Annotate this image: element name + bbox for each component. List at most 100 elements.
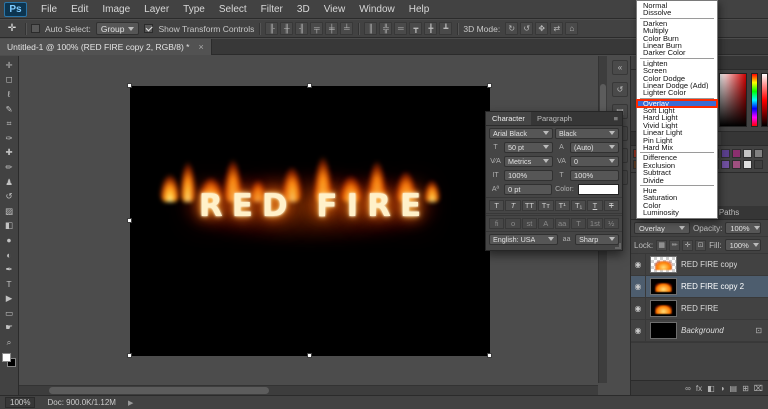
distribute-icon[interactable]: ═ <box>394 22 408 35</box>
blend-option[interactable]: Color Dodge <box>637 75 717 82</box>
color-ramp[interactable] <box>761 73 768 127</box>
blend-option[interactable]: Soft Light <box>637 107 717 114</box>
pen-tool-icon[interactable]: ✒ <box>1 262 18 277</box>
menu-image[interactable]: Image <box>95 4 137 15</box>
language-select[interactable]: English: USA <box>489 233 559 245</box>
text-style-button[interactable]: T¹ <box>554 200 570 211</box>
swatch[interactable] <box>721 160 730 169</box>
transform-handle[interactable] <box>127 83 132 88</box>
link-layers-icon[interactable]: ∞ <box>685 384 691 393</box>
blend-option[interactable]: Difference <box>637 154 717 161</box>
distribute-icon[interactable]: ╬ <box>379 22 393 35</box>
layer-mask-icon[interactable]: ◧ <box>707 384 715 393</box>
kerning-select[interactable]: Metrics <box>504 155 553 167</box>
canvas[interactable]: RED FIRE <box>127 83 492 358</box>
align-icon[interactable]: ╢ <box>295 22 309 35</box>
3d-mode-icon[interactable]: ↻ <box>505 22 519 35</box>
distribute-icon[interactable]: ║ <box>364 22 378 35</box>
font-family-select[interactable]: Arial Black <box>489 127 553 139</box>
transform-handle[interactable] <box>487 353 492 358</box>
blend-option[interactable]: Vivid Light <box>637 122 717 129</box>
layer-effects-icon[interactable]: fx <box>696 384 702 393</box>
align-icon[interactable]: ╫ <box>280 22 294 35</box>
layer-thumbnail[interactable] <box>650 300 677 317</box>
opentype-button[interactable]: T <box>570 218 587 229</box>
opentype-button[interactable]: ½ <box>603 218 619 229</box>
layer-row[interactable]: ◉ RED FIRE copy <box>631 254 768 276</box>
tab-character[interactable]: Character <box>486 112 531 125</box>
dodge-tool-icon[interactable]: ◐ <box>1 248 18 263</box>
blend-option[interactable]: Color <box>637 202 717 209</box>
blend-mode-select[interactable]: Overlay <box>634 222 690 234</box>
3d-mode-icon[interactable]: ⌂ <box>565 22 579 35</box>
blend-option[interactable]: Multiply <box>637 27 717 34</box>
opentype-button[interactable]: A <box>538 218 554 229</box>
leading-select[interactable]: (Auto) <box>570 141 619 153</box>
delete-layer-icon[interactable]: ⌧ <box>754 384 763 393</box>
menu-select[interactable]: Select <box>212 4 254 15</box>
adjustment-layer-icon[interactable]: ◑ <box>720 384 725 393</box>
close-tab-icon[interactable]: × <box>198 42 203 52</box>
document-tab[interactable]: Untitled-1 @ 100% (RED FIRE copy 2, RGB/… <box>0 39 212 55</box>
menu-3d[interactable]: 3D <box>290 4 317 15</box>
brush-tool-icon[interactable]: ✏ <box>1 160 18 175</box>
text-style-button[interactable]: T <box>587 200 603 211</box>
move-tool-icon[interactable]: ✛ <box>1 58 18 73</box>
blend-option[interactable]: Darken <box>637 20 717 27</box>
menu-window[interactable]: Window <box>352 4 402 15</box>
blend-option[interactable]: Screen <box>637 67 717 74</box>
hue-slider[interactable] <box>751 73 758 127</box>
swatch[interactable] <box>721 149 730 158</box>
distribute-icon[interactable]: ┳ <box>409 22 423 35</box>
layer-group-icon[interactable]: ▤ <box>730 384 738 393</box>
swatch[interactable] <box>743 149 752 158</box>
blend-option[interactable]: Exclusion <box>637 162 717 169</box>
swatch[interactable] <box>732 160 741 169</box>
blend-option[interactable]: Luminosity <box>637 209 717 216</box>
eyedropper-tool-icon[interactable]: ✑ <box>1 131 18 146</box>
distribute-icon[interactable]: ┻ <box>439 22 453 35</box>
horizontal-scrollbar[interactable] <box>19 385 598 395</box>
opentype-button[interactable]: fi <box>489 218 505 229</box>
swatch[interactable] <box>754 160 763 169</box>
shape-tool-icon[interactable]: ▭ <box>1 306 18 321</box>
blend-option[interactable]: Dissolve <box>637 9 717 16</box>
lock-pixels-icon[interactable]: ✏ <box>669 239 681 251</box>
3d-mode-icon[interactable]: ⇄ <box>550 22 564 35</box>
panel-menu-icon[interactable]: ≡ <box>610 112 622 125</box>
history-icon[interactable]: ↺ <box>612 82 628 97</box>
eraser-tool-icon[interactable]: ▨ <box>1 204 18 219</box>
blend-option[interactable]: Normal <box>637 2 717 9</box>
menu-layer[interactable]: Layer <box>137 4 176 15</box>
blend-option[interactable]: Overlay <box>636 98 718 109</box>
healing-brush-tool-icon[interactable]: ✚ <box>1 146 18 161</box>
tab-paragraph[interactable]: Paragraph <box>531 112 578 125</box>
blend-option[interactable]: Lighten <box>637 60 717 67</box>
baseline-shift-field[interactable]: 0 pt <box>504 183 552 195</box>
auto-select-checkbox[interactable] <box>31 24 40 33</box>
align-icon[interactable]: ╪ <box>325 22 339 35</box>
menu-filter[interactable]: Filter <box>254 4 290 15</box>
lock-position-icon[interactable]: ✛ <box>682 239 694 251</box>
distribute-icon[interactable]: ╋ <box>424 22 438 35</box>
transform-handle[interactable] <box>127 353 132 358</box>
move-tool-options-icon[interactable]: ✛ <box>4 23 20 34</box>
transform-handle[interactable] <box>487 83 492 88</box>
transform-handle[interactable] <box>127 218 132 223</box>
quick-selection-tool-icon[interactable]: ✎ <box>1 102 18 117</box>
text-style-button[interactable]: T <box>489 200 505 211</box>
transform-handle[interactable] <box>307 353 312 358</box>
menu-type[interactable]: Type <box>176 4 212 15</box>
collapse-panels-icon[interactable]: « <box>612 60 628 75</box>
align-icon[interactable]: ╧ <box>340 22 354 35</box>
blend-option[interactable]: Linear Dodge (Add) <box>637 82 717 89</box>
zoom-tool-icon[interactable]: ⌕ <box>1 335 18 350</box>
visibility-eye-icon[interactable]: ◉ <box>631 298 646 319</box>
blend-option[interactable]: Linear Burn <box>637 42 717 49</box>
photoshop-logo[interactable]: Ps <box>4 1 27 17</box>
3d-mode-icon[interactable]: ↺ <box>520 22 534 35</box>
status-menu-arrow-icon[interactable]: ▶ <box>128 399 133 407</box>
font-style-select[interactable]: Black <box>555 127 619 139</box>
clone-stamp-tool-icon[interactable]: ♟ <box>1 175 18 190</box>
hand-tool-icon[interactable]: ☛ <box>1 321 18 336</box>
